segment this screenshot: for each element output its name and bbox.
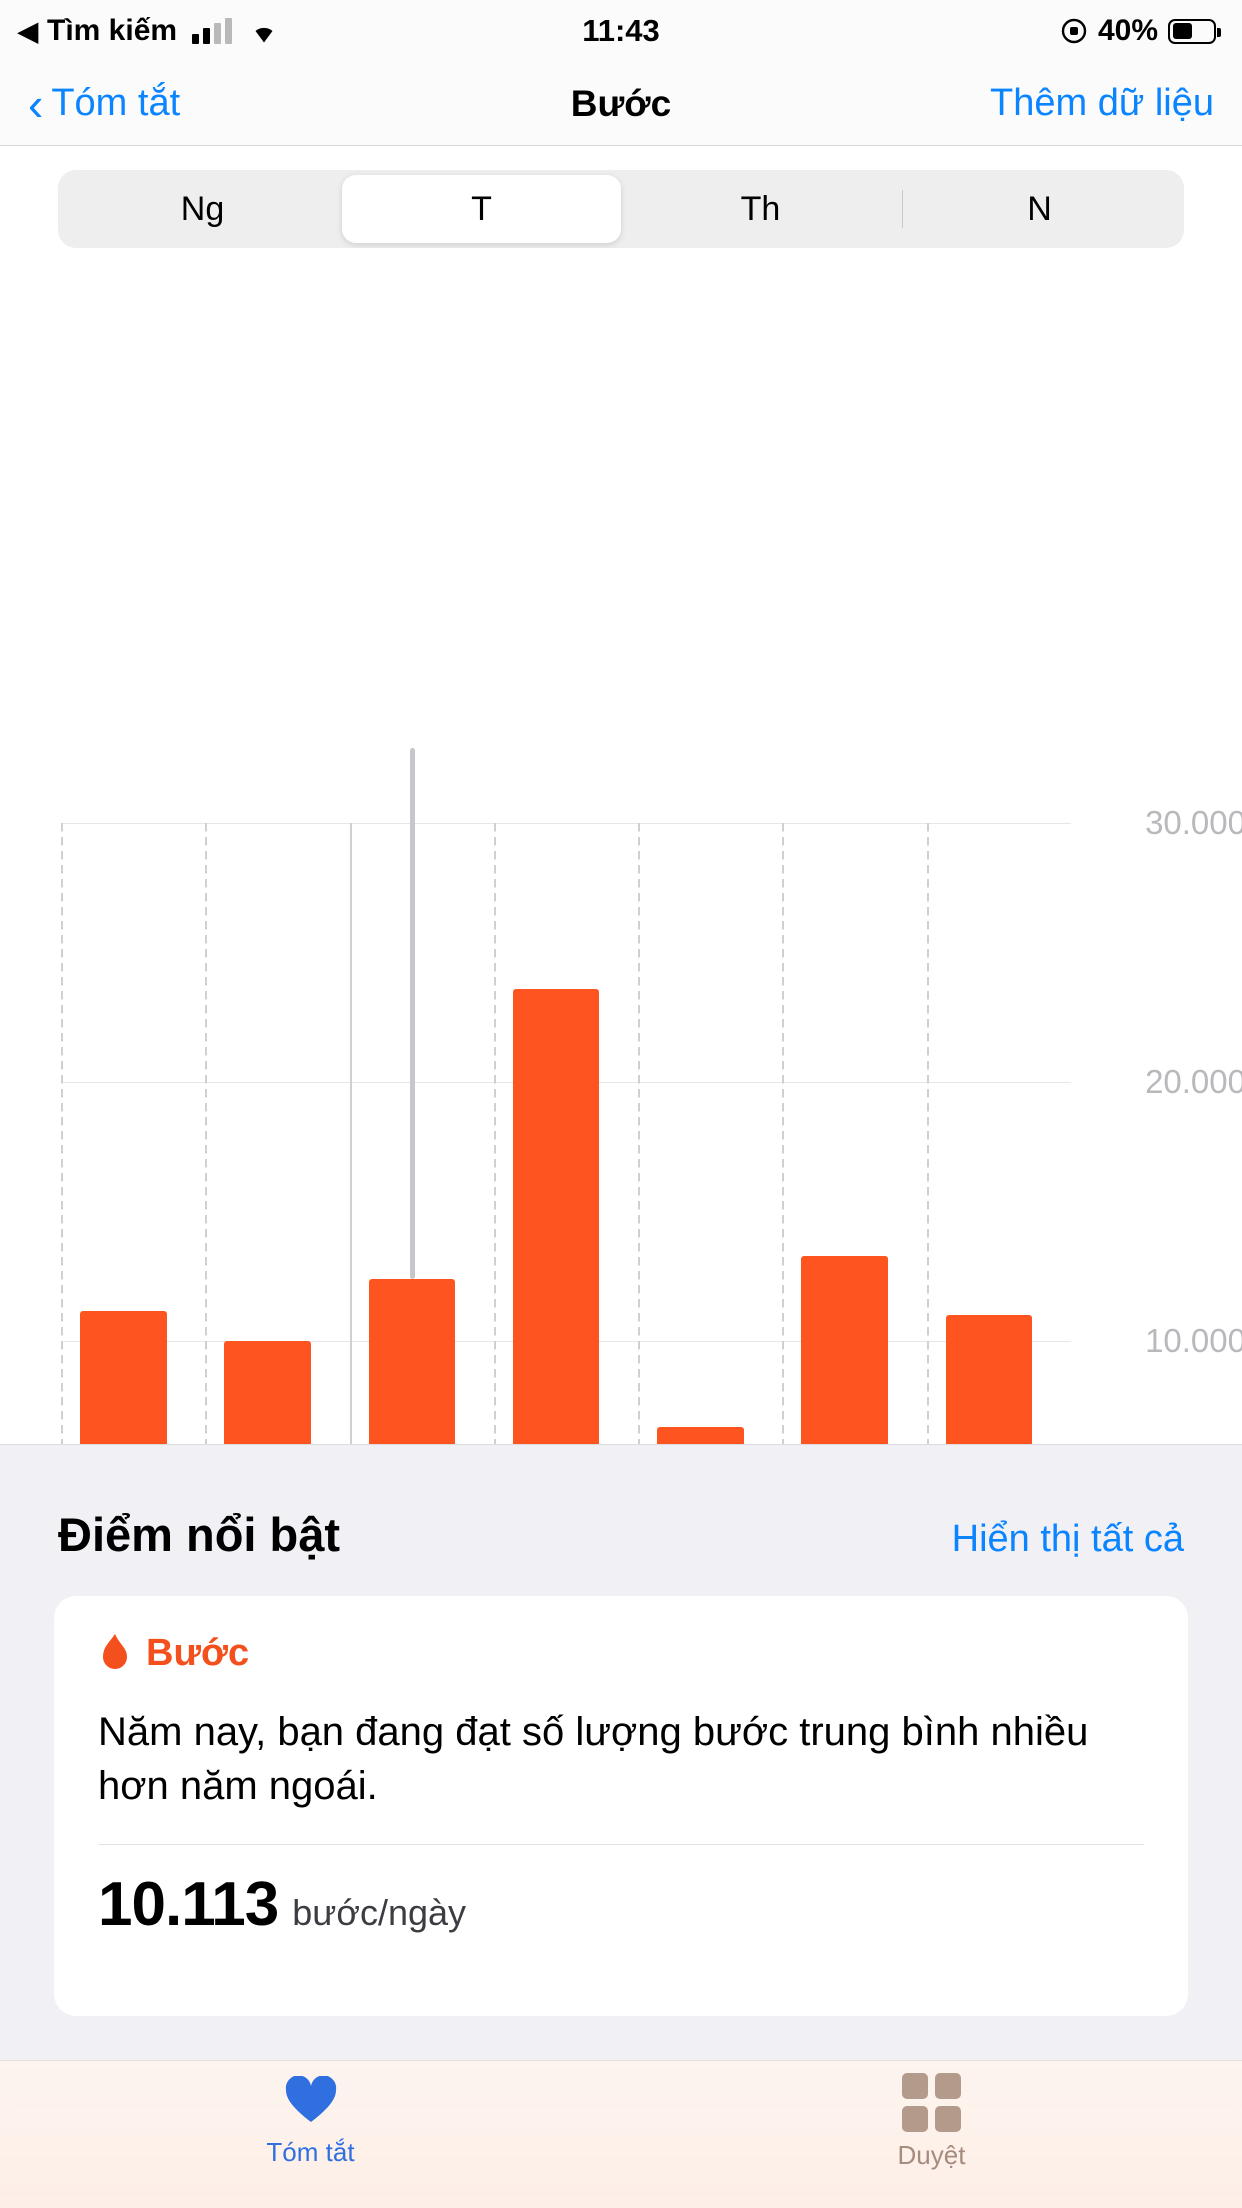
segment-week[interactable]: T xyxy=(342,175,621,243)
tab-summary[interactable]: Tóm tắt xyxy=(0,2061,621,2208)
left-triangle-icon[interactable]: ◀ xyxy=(18,18,38,44)
navigation-bar: ‹ Tóm tắt Bước Thêm dữ liệu xyxy=(0,62,1242,146)
tab-bar: Tóm tắt Duyệt xyxy=(0,2060,1242,2208)
cellular-signal-icon xyxy=(192,18,232,44)
highlight-stat-unit: bước/ngày xyxy=(292,1892,466,1934)
battery-percent-label: 40% xyxy=(1098,14,1158,48)
browse-grid-icon xyxy=(902,2073,961,2132)
status-bar-left: ◀ Tìm kiếm xyxy=(18,14,617,48)
heart-icon xyxy=(284,2076,338,2129)
highlight-category-label: Bước xyxy=(146,1632,249,1675)
segmented-control-wrapper: Ng T Th N xyxy=(0,146,1242,248)
segment-day[interactable]: Ng xyxy=(63,175,342,243)
highlights-title: Điểm nổi bật xyxy=(58,1507,340,1562)
highlight-card[interactable]: Bước Năm nay, bạn đang đạt số lượng bước… xyxy=(54,1596,1188,2016)
chevron-left-icon: ‹ xyxy=(28,81,43,127)
highlights-header: Điểm nổi bật Hiển thị tất cả xyxy=(0,1445,1242,1562)
segment-month[interactable]: Th xyxy=(621,175,900,243)
chart-y-axis-label: 20.000 xyxy=(1145,1063,1242,1101)
flame-icon xyxy=(98,1633,132,1675)
highlight-stat-number: 10.113 xyxy=(98,1869,278,1940)
battery-icon xyxy=(1168,19,1216,44)
segment-year[interactable]: N xyxy=(900,175,1179,243)
rotation-lock-icon xyxy=(1060,17,1088,45)
highlight-body-text: Năm nay, bạn đang đạt số lượng bước trun… xyxy=(98,1705,1144,1814)
add-data-button[interactable]: Thêm dữ liệu xyxy=(990,82,1214,125)
time-range-segmented-control[interactable]: Ng T Th N xyxy=(58,170,1184,248)
status-bar: ◀ Tìm kiếm 11:43 40% xyxy=(0,0,1242,62)
chart-section: 010.00020.00030.000Th 7CNTh 2Th 3Th 4Th … xyxy=(0,248,1242,1258)
status-bar-right: 40% xyxy=(617,14,1216,48)
back-button-label: Tóm tắt xyxy=(51,82,180,125)
chart-selection-indicator xyxy=(410,748,415,1279)
tab-browse-label: Duyệt xyxy=(898,2140,966,2171)
back-button[interactable]: ‹ Tóm tắt xyxy=(28,81,180,127)
highlight-stat-row: 10.113 bước/ngày xyxy=(98,1869,1144,1940)
highlight-divider xyxy=(98,1844,1144,1845)
wifi-icon xyxy=(247,18,281,44)
tab-browse[interactable]: Duyệt xyxy=(621,2061,1242,2208)
tab-summary-label: Tóm tắt xyxy=(266,2137,354,2168)
chart-gridline xyxy=(61,823,1071,824)
status-back-app-label[interactable]: Tìm kiếm xyxy=(47,14,177,48)
chart-y-axis-label: 30.000 xyxy=(1145,804,1242,842)
chart-y-axis-label: 10.000 xyxy=(1145,1322,1242,1360)
highlight-category-row: Bước xyxy=(98,1632,1144,1675)
show-all-button[interactable]: Hiển thị tất cả xyxy=(952,1518,1184,1561)
